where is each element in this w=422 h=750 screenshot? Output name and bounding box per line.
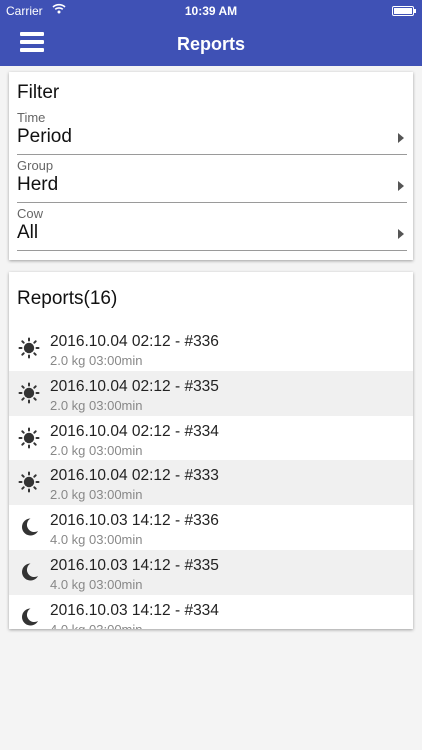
report-detail: 4.0 kg 03:00min [50, 622, 143, 629]
report-row[interactable]: 2016.10.04 02:12 - #335 2.0 kg 03:00min [9, 370, 413, 416]
report-row[interactable]: 2016.10.04 02:12 - #334 2.0 kg 03:00min [9, 416, 413, 461]
filter-card: Filter Time Period Group Herd Cow All [9, 72, 413, 260]
report-row[interactable]: 2016.10.03 14:12 - #335 4.0 kg 03:00min [9, 550, 413, 595]
moon-icon [18, 561, 40, 583]
navigation-bar: Reports [0, 22, 422, 66]
chevron-right-icon [398, 133, 404, 143]
report-detail: 2.0 kg 03:00min [50, 442, 143, 458]
reports-card: Reports(16) 2016.10.04 02:12 - #336 2.0 k… [9, 272, 413, 629]
group-filter-field[interactable]: Group Herd [17, 158, 407, 204]
field-underline [17, 202, 407, 203]
report-row[interactable]: 2016.10.03 14:12 - #334 4.0 kg 03:00min [9, 595, 413, 629]
report-row[interactable]: 2016.10.03 14:12 - #336 4.0 kg 03:00min [9, 505, 413, 550]
report-detail: 2.0 kg 03:00min [50, 487, 143, 503]
group-filter-label: Group [17, 158, 54, 173]
report-title: 2016.10.03 14:12 - #334 [50, 601, 219, 619]
status-time: 10:39 AM [184, 4, 238, 18]
report-row[interactable]: 2016.10.04 02:12 - #336 2.0 kg 03:00min [9, 326, 413, 371]
page-title: Reports [176, 34, 245, 54]
report-detail: 4.0 kg 03:00min [50, 577, 143, 592]
report-row[interactable]: 2016.10.04 02:12 - #333 2.0 kg 03:00min [9, 460, 413, 506]
chevron-right-icon [398, 229, 404, 239]
report-detail: 2.0 kg 03:00min [50, 353, 143, 368]
cow-filter-label: Cow [17, 206, 44, 221]
field-underline [17, 250, 407, 251]
field-underline [17, 154, 407, 155]
report-title: 2016.10.04 02:12 - #336 [50, 333, 219, 350]
chevron-right-icon [398, 181, 404, 191]
report-title: 2016.10.03 14:12 - #335 [50, 557, 219, 574]
moon-icon [18, 516, 40, 538]
sun-icon [18, 382, 40, 404]
report-detail: 2.0 kg 03:00min [50, 397, 143, 413]
cow-filter-value: All [17, 222, 39, 243]
sun-icon [18, 471, 40, 493]
battery-icon [392, 6, 416, 16]
moon-icon [18, 606, 40, 628]
cow-filter-field[interactable]: Cow All [17, 206, 407, 252]
filter-title: Filter [17, 82, 60, 103]
report-title: 2016.10.04 02:12 - #334 [50, 422, 219, 440]
report-detail: 4.0 kg 03:00min [50, 532, 143, 548]
reports-title: Reports(16) [17, 288, 118, 309]
status-bar: Carrier 10:39 AM [0, 0, 422, 22]
time-filter-field[interactable]: Time Period [17, 110, 407, 156]
report-title: 2016.10.04 02:12 - #335 [50, 377, 219, 395]
sun-icon [18, 427, 40, 449]
time-filter-value: Period [17, 126, 72, 147]
report-title: 2016.10.03 14:12 - #336 [50, 512, 219, 530]
group-filter-value: Herd [17, 174, 59, 195]
time-filter-label: Time [17, 110, 46, 125]
report-title: 2016.10.04 02:12 - #333 [50, 467, 219, 485]
sun-icon [18, 337, 40, 359]
